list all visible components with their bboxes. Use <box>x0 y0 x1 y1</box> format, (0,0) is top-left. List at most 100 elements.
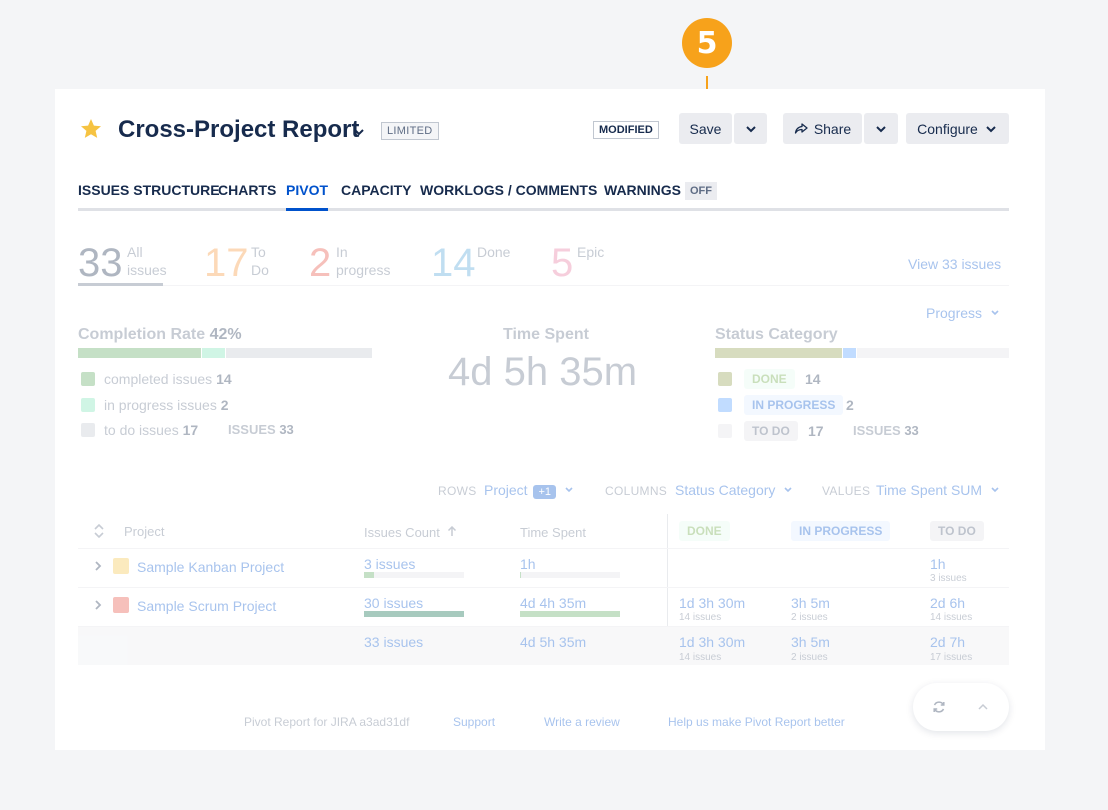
scrum-todo-value[interactable]: 2d 6h <box>930 595 965 611</box>
todo-legend-value: 17 <box>182 422 199 438</box>
progress-dropdown[interactable]: Progress <box>926 305 1000 321</box>
scrum-time-link[interactable]: 4d 4h 35m <box>520 595 586 611</box>
status-category-title: Status Category <box>715 326 838 343</box>
chevron-down-icon <box>991 487 999 493</box>
completion-issues-label: ISSUES <box>228 422 276 437</box>
completion-rate-title: Completion Rate 42% <box>78 326 242 344</box>
values-value: Time Spent SUM <box>876 482 983 498</box>
footer-improve-link[interactable]: Help us make Pivot Report better <box>668 715 845 729</box>
status-issues-label: ISSUES <box>853 423 901 438</box>
stat-all-label-2: issues <box>127 262 167 278</box>
stat-todo-label-2: Do <box>251 262 269 278</box>
todo-legend: to do issues 17 <box>104 422 198 438</box>
stat-in-progress-value[interactable]: 2 <box>309 243 331 283</box>
total-todo-value[interactable]: 2d 7h <box>930 634 965 650</box>
scrum-issues-bar <box>364 611 464 617</box>
stat-in-progress-label: In <box>336 244 348 260</box>
done-count: 14 <box>805 371 821 387</box>
expand-chevron-icon[interactable] <box>93 560 103 572</box>
kanban-issues-link[interactable]: 3 issues <box>364 556 415 572</box>
todo-legend-swatch <box>81 423 95 437</box>
rows-extra-badge: +1 <box>533 485 557 499</box>
completed-legend-label: completed issues <box>104 371 213 387</box>
time-spent-column-header[interactable]: Time Spent <box>520 525 586 540</box>
scrum-issues-link[interactable]: 30 issues <box>364 595 423 611</box>
total-time-link[interactable]: 4d 5h 35m <box>520 634 586 650</box>
chevron-down-icon <box>565 487 573 493</box>
refresh-icon[interactable] <box>932 700 946 714</box>
row-divider <box>78 587 1009 588</box>
in-progress-lozenge: IN PROGRESS <box>744 395 844 415</box>
total-done-count: 14 issues <box>679 652 722 663</box>
kanban-issues-bar-fill <box>364 572 374 578</box>
completion-rate-label: Completion Rate <box>78 326 206 343</box>
chevron-down-icon <box>784 487 792 493</box>
time-spent-value: 4d 5h 35m <box>448 350 638 394</box>
stat-done-value[interactable]: 14 <box>431 243 476 283</box>
stat-all-value[interactable]: 33 <box>78 243 123 283</box>
in-progress-legend-swatch <box>81 398 95 412</box>
scrum-todo-count: 14 issues <box>930 612 973 623</box>
scrum-project-link[interactable]: Sample Scrum Project <box>137 598 276 614</box>
done-lozenge: DONE <box>744 369 795 389</box>
stat-epic-value[interactable]: 5 <box>551 243 573 283</box>
issues-count-header-label: Issues Count <box>364 525 440 540</box>
in-progress-legend: in progress issues 2 <box>104 397 229 413</box>
expand-chevron-icon[interactable] <box>93 599 103 611</box>
view-issues-link[interactable]: View 33 issues <box>908 256 1001 272</box>
stat-todo-label: To <box>251 244 266 260</box>
total-issues-link[interactable]: 33 issues <box>364 634 423 650</box>
stat-all-selected-underline <box>78 283 163 286</box>
columns-dropdown[interactable]: Status Category <box>675 482 793 498</box>
completion-bar-todo <box>226 348 372 358</box>
stat-all-label: All <box>127 244 143 260</box>
progress-dropdown-label: Progress <box>926 305 983 321</box>
kanban-todo-value[interactable]: 1h <box>930 556 946 572</box>
footer-version: Pivot Report for JIRA a3ad31df <box>244 715 410 729</box>
total-in-progress-count: 2 issues <box>791 652 828 663</box>
in-progress-legend-label: in progress issues <box>104 397 217 413</box>
status-issues-total: ISSUES 33 <box>853 423 919 438</box>
total-in-progress-value[interactable]: 3h 5m <box>791 634 830 650</box>
rows-value: Project <box>484 482 528 498</box>
total-todo-count: 17 issues <box>930 652 973 663</box>
rows-dropdown[interactable]: Project +1 <box>484 482 574 499</box>
status-issues-value: 33 <box>904 423 919 438</box>
project-column-header[interactable]: Project <box>124 524 164 539</box>
completion-issues-total: ISSUES 33 <box>228 422 294 437</box>
kanban-time-bar <box>520 572 620 578</box>
rows-label: ROWS <box>438 484 477 498</box>
kanban-project-link[interactable]: Sample Kanban Project <box>137 559 284 575</box>
stat-todo-value[interactable]: 17 <box>204 243 249 283</box>
done-column-header[interactable]: DONE <box>679 521 730 541</box>
completion-bar-completed <box>78 348 201 358</box>
kanban-time-bar-fill <box>520 572 521 578</box>
footer-review-link[interactable]: Write a review <box>544 715 620 729</box>
in-progress-column-header[interactable]: IN PROGRESS <box>791 521 891 541</box>
scrum-in-progress-value[interactable]: 3h 5m <box>791 595 830 611</box>
in-progress-status-swatch <box>718 398 732 412</box>
completed-legend-value: 14 <box>216 371 232 387</box>
kanban-project-avatar <box>113 558 129 574</box>
total-done-value[interactable]: 1d 3h 30m <box>679 634 745 650</box>
todo-lozenge: TO DO <box>744 421 798 441</box>
chevron-up-icon[interactable] <box>977 701 989 713</box>
stat-in-progress-label-2: progress <box>336 262 391 278</box>
todo-count: 17 <box>808 423 824 439</box>
scrum-issues-bar-fill <box>364 611 464 617</box>
todo-column-header[interactable]: TO DO <box>930 521 984 541</box>
done-legend-swatch <box>718 372 732 386</box>
stat-done-label: Done <box>477 244 511 260</box>
footer-support-link[interactable]: Support <box>453 715 495 729</box>
floating-actions <box>913 683 1009 731</box>
status-bar-todo <box>857 348 1009 358</box>
scrum-done-value[interactable]: 1d 3h 30m <box>679 595 745 611</box>
issues-count-column-header[interactable]: Issues Count <box>364 525 457 540</box>
values-dropdown[interactable]: Time Spent SUM <box>876 482 1000 498</box>
sort-toggle-icon[interactable] <box>93 524 105 538</box>
completed-legend-swatch <box>81 372 95 386</box>
completion-rate-percent: 42% <box>209 326 242 343</box>
kanban-time-link[interactable]: 1h <box>520 556 536 572</box>
scrum-project-avatar <box>113 597 129 613</box>
chevron-down-icon <box>991 310 999 316</box>
